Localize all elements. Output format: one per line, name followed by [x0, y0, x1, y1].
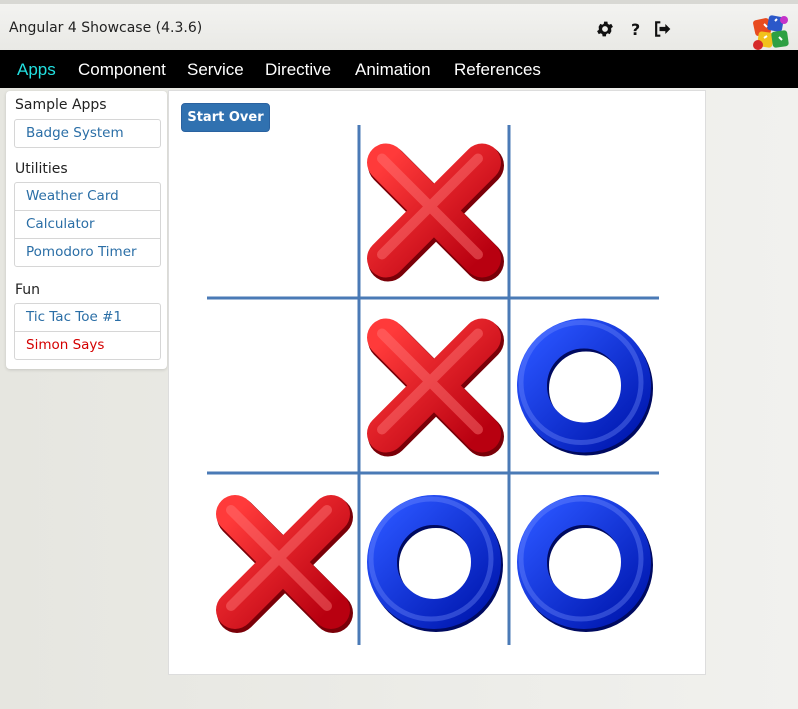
- sidebar-item-weather-card[interactable]: Weather Card: [14, 182, 161, 211]
- sidebar-item-badge-system[interactable]: Badge System: [14, 119, 161, 148]
- nav-directive[interactable]: Directive: [265, 60, 331, 80]
- board-cell[interactable]: [513, 127, 655, 294]
- board-cell[interactable]: [513, 302, 655, 469]
- sidebar: Sample Apps Badge System Utilities Weath…: [6, 91, 167, 369]
- logout-icon[interactable]: [652, 18, 672, 40]
- nav-references[interactable]: References: [454, 60, 541, 80]
- section-title-sample-apps: Sample Apps: [15, 97, 107, 113]
- sidebar-item-tic-tac-toe[interactable]: Tic Tac Toe #1: [14, 303, 161, 332]
- sidebar-item-pomodoro-timer[interactable]: Pomodoro Timer: [14, 238, 161, 267]
- board-cell[interactable]: [211, 127, 355, 294]
- tic-tac-toe-board: [207, 125, 659, 647]
- sidebar-item-simon-says[interactable]: Simon Says: [14, 331, 161, 360]
- sidebar-item-calculator[interactable]: Calculator: [14, 210, 161, 239]
- app-title: Angular 4 Showcase (4.3.6): [9, 20, 203, 36]
- fun-list: Tic Tac Toe #1 Simon Says: [14, 303, 161, 360]
- svg-text:?: ?: [631, 20, 640, 39]
- board-cell[interactable]: [513, 477, 655, 647]
- nav-component[interactable]: Component: [78, 60, 166, 80]
- main-panel: Start Over: [168, 90, 706, 675]
- board-cell[interactable]: [363, 302, 505, 469]
- help-icon[interactable]: ?: [626, 18, 646, 40]
- nav-animation[interactable]: Animation: [355, 60, 431, 80]
- board-cell[interactable]: [363, 127, 505, 294]
- board-cell[interactable]: [211, 477, 355, 647]
- gear-icon[interactable]: [595, 18, 615, 40]
- app-logo: [753, 15, 789, 50]
- board-cell[interactable]: [363, 477, 505, 647]
- section-title-utilities: Utilities: [15, 161, 68, 177]
- sample-apps-list: Badge System: [14, 119, 161, 148]
- section-title-fun: Fun: [15, 282, 41, 298]
- title-bar: Angular 4 Showcase (4.3.6) ?: [0, 0, 798, 50]
- board-cell[interactable]: [211, 302, 355, 469]
- nav-service[interactable]: Service: [187, 60, 244, 80]
- main-nav: Apps Component Service Directive Animati…: [0, 50, 798, 88]
- utilities-list: Weather Card Calculator Pomodoro Timer: [14, 182, 161, 267]
- nav-apps[interactable]: Apps: [17, 60, 56, 80]
